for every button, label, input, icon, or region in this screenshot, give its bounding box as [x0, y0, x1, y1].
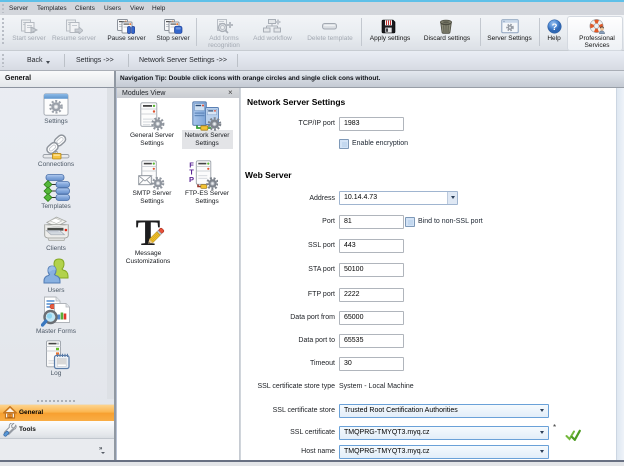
svg-text:?: ?	[552, 22, 558, 33]
svg-text:P: P	[189, 175, 194, 184]
